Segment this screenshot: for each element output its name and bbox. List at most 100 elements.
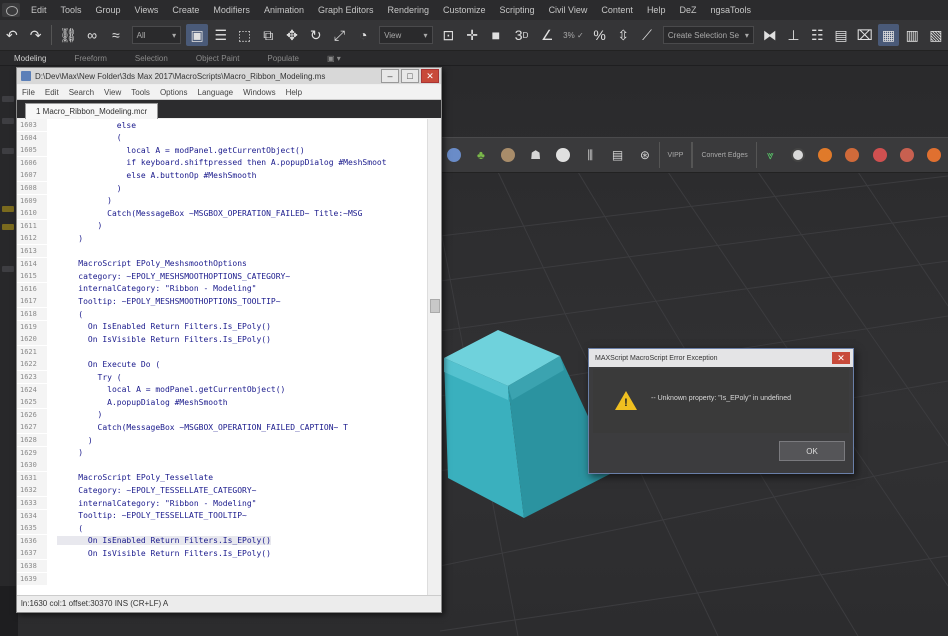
menu-group[interactable]: Group bbox=[89, 5, 128, 15]
red-ball-icon[interactable] bbox=[871, 146, 888, 164]
strip-item[interactable] bbox=[2, 224, 14, 230]
pivot-center-icon[interactable]: ⊡ bbox=[438, 24, 460, 46]
code-line[interactable]: 1608 ) bbox=[17, 182, 427, 194]
code-line[interactable]: 1628 ) bbox=[17, 434, 427, 446]
editor-menu-help[interactable]: Help bbox=[281, 88, 307, 97]
sphere-icon[interactable] bbox=[554, 146, 571, 164]
menu-animation[interactable]: Animation bbox=[257, 5, 311, 15]
menu-scripting[interactable]: Scripting bbox=[493, 5, 542, 15]
curve-editor-icon[interactable]: ⌧ bbox=[854, 24, 876, 46]
paint-icon[interactable] bbox=[500, 146, 517, 164]
code-line[interactable]: 1603 else bbox=[17, 119, 427, 131]
code-line[interactable]: 1627 Catch(MessageBox ~MSGBOX_OPERATION_… bbox=[17, 421, 427, 434]
strip-item[interactable] bbox=[2, 118, 14, 124]
ribbon-options-icon[interactable]: ▣ ▾ bbox=[313, 54, 355, 63]
code-line[interactable]: 1631 MacroScript EPoly_Tessellate bbox=[17, 471, 427, 484]
window-crossing-icon[interactable]: ⧉ bbox=[257, 24, 279, 46]
material-editor-icon[interactable]: ▥ bbox=[901, 24, 923, 46]
close-icon[interactable]: ✕ bbox=[832, 352, 850, 364]
code-line[interactable]: 1624 local A = modPanel.getCurrentObject… bbox=[17, 383, 427, 396]
keyboard-shortcut-icon[interactable]: ■ bbox=[485, 24, 507, 46]
ok-button[interactable]: OK bbox=[779, 441, 845, 461]
scale-icon[interactable]: ⤢ bbox=[329, 24, 351, 46]
convert-edges-button[interactable]: Convert Edges bbox=[692, 142, 757, 168]
tab-object-paint[interactable]: Object Paint bbox=[182, 54, 254, 63]
layer-explorer-icon[interactable]: ☷ bbox=[806, 24, 828, 46]
toggle-ribbon-icon[interactable]: ▤ bbox=[830, 24, 852, 46]
tab-freeform[interactable]: Freeform bbox=[60, 54, 120, 63]
code-line[interactable]: 1604 ( bbox=[17, 131, 427, 144]
leaf-icon[interactable]: ♣ bbox=[472, 146, 489, 164]
code-line[interactable]: 1632 Category: ~EPOLY_TESSELLATE_CATEGOR… bbox=[17, 484, 427, 497]
code-line[interactable]: 1607 else A.buttonOp #MeshSmooth bbox=[17, 169, 427, 182]
schematic-view-icon[interactable]: ▦ bbox=[877, 24, 900, 46]
code-line[interactable]: 1619 On IsEnabled Return Filters.Is_EPol… bbox=[17, 320, 427, 333]
menu-customize[interactable]: Customize bbox=[436, 5, 493, 15]
placement-icon[interactable]: ◔ bbox=[352, 24, 374, 46]
code-line[interactable]: 1606 if keyboard.shiftpressed then A.pop… bbox=[17, 156, 427, 169]
editor-menu-language[interactable]: Language bbox=[193, 88, 239, 97]
rose-ball-icon[interactable] bbox=[898, 146, 915, 164]
menu-dez[interactable]: DeZ bbox=[672, 5, 703, 15]
code-line[interactable]: 1639 bbox=[17, 572, 427, 585]
bind-spacewarp-icon[interactable]: ≈ bbox=[105, 24, 127, 46]
code-line[interactable]: 1625 A.popupDialog #MeshSmooth bbox=[17, 396, 427, 409]
sculpt-icon[interactable]: ☗ bbox=[527, 146, 544, 164]
redo-icon[interactable]: ↷ bbox=[25, 24, 47, 46]
render-setup-icon[interactable]: ▧ bbox=[925, 24, 947, 46]
editor-menu-file[interactable]: File bbox=[17, 88, 40, 97]
strip-item[interactable] bbox=[2, 266, 14, 272]
code-line[interactable]: 1637 On IsVisible Return Filters.Is_EPol… bbox=[17, 547, 427, 560]
undo-icon[interactable]: ↶ bbox=[1, 24, 23, 46]
spinner-snap-icon[interactable]: ⇳ bbox=[612, 24, 634, 46]
menu-tools[interactable]: Tools bbox=[54, 5, 89, 15]
code-line[interactable]: 1609 ) bbox=[17, 194, 427, 207]
close-icon[interactable]: ✕ bbox=[421, 69, 439, 83]
code-line[interactable]: 1620 On IsVisible Return Filters.Is_EPol… bbox=[17, 333, 427, 346]
vipp-button[interactable]: VIPP bbox=[658, 142, 693, 168]
tab-selection[interactable]: Selection bbox=[121, 54, 182, 63]
dialog-titlebar[interactable]: MAXScript MacroScript Error Exception ✕ bbox=[589, 349, 853, 367]
editor-menu-options[interactable]: Options bbox=[155, 88, 193, 97]
code-line[interactable]: 1626 ) bbox=[17, 408, 427, 421]
select-object-icon[interactable]: ▣ bbox=[186, 24, 208, 46]
align-icon[interactable]: ⊥ bbox=[783, 24, 805, 46]
vertical-scrollbar[interactable] bbox=[427, 119, 441, 595]
editor-menu-windows[interactable]: Windows bbox=[238, 88, 280, 97]
code-line[interactable]: 1629 ) bbox=[17, 446, 427, 459]
select-manipulate-icon[interactable]: ✛ bbox=[461, 24, 483, 46]
code-editor[interactable]: 1603 else 1604 (1605 local A = modPanel.g… bbox=[17, 119, 427, 595]
strip-item[interactable] bbox=[2, 96, 14, 102]
tab-populate[interactable]: Populate bbox=[253, 54, 313, 63]
mirror-icon[interactable]: ⧓ bbox=[759, 24, 781, 46]
orange-ball-icon[interactable] bbox=[816, 146, 833, 164]
editor-menu-edit[interactable]: Edit bbox=[40, 88, 64, 97]
code-line[interactable]: 1611 ) bbox=[17, 219, 427, 232]
code-line[interactable]: 1613 bbox=[17, 245, 427, 257]
code-line[interactable]: 1634 Tooltip: ~EPOLY_TESSELLATE_TOOLTIP~ bbox=[17, 509, 427, 522]
menu-civil-view[interactable]: Civil View bbox=[542, 5, 595, 15]
code-line[interactable]: 1612 ) bbox=[17, 232, 427, 245]
snaps-toggle-icon[interactable]: 3D bbox=[509, 24, 535, 46]
tab-macro-ribbon-modeling[interactable]: 1 Macro_Ribbon_Modeling.mcr bbox=[25, 103, 159, 119]
menu-ngsatools[interactable]: ngsaTools bbox=[703, 5, 758, 15]
code-line[interactable]: 1617 Tooltip: ~EPOLY_MESHSMOOTHOPTIONS_T… bbox=[17, 295, 427, 308]
selection-filter-dropdown[interactable]: All ▾ bbox=[131, 26, 182, 44]
code-line[interactable]: 1635 ( bbox=[17, 522, 427, 535]
scroll-thumb[interactable] bbox=[430, 299, 440, 313]
code-line[interactable]: 1633 internalCategory: "Ribbon - Modelin… bbox=[17, 497, 427, 509]
editor-menu-tools[interactable]: Tools bbox=[126, 88, 155, 97]
menu-help[interactable]: Help bbox=[640, 5, 673, 15]
amber-ball-icon[interactable] bbox=[926, 146, 943, 164]
menu-create[interactable]: Create bbox=[165, 5, 206, 15]
code-line[interactable]: 1605 local A = modPanel.getCurrentObject… bbox=[17, 144, 427, 157]
settings-icon[interactable]: ⊛ bbox=[636, 146, 653, 164]
code-line[interactable]: 1636 On IsEnabled Return Filters.Is_EPol… bbox=[17, 534, 427, 547]
code-line[interactable]: 1623 Try ( bbox=[17, 371, 427, 383]
chevron-double-down-icon[interactable]: ⩔ bbox=[762, 146, 779, 164]
editor-titlebar[interactable]: D:\Dev\Max\New Folder\3ds Max 2017\Macro… bbox=[17, 68, 441, 84]
code-line[interactable]: 1630 bbox=[17, 459, 427, 472]
stack-icon[interactable]: ▤ bbox=[609, 146, 626, 164]
select-by-name-icon[interactable]: ☰ bbox=[210, 24, 232, 46]
editor-menu-search[interactable]: Search bbox=[64, 88, 99, 97]
